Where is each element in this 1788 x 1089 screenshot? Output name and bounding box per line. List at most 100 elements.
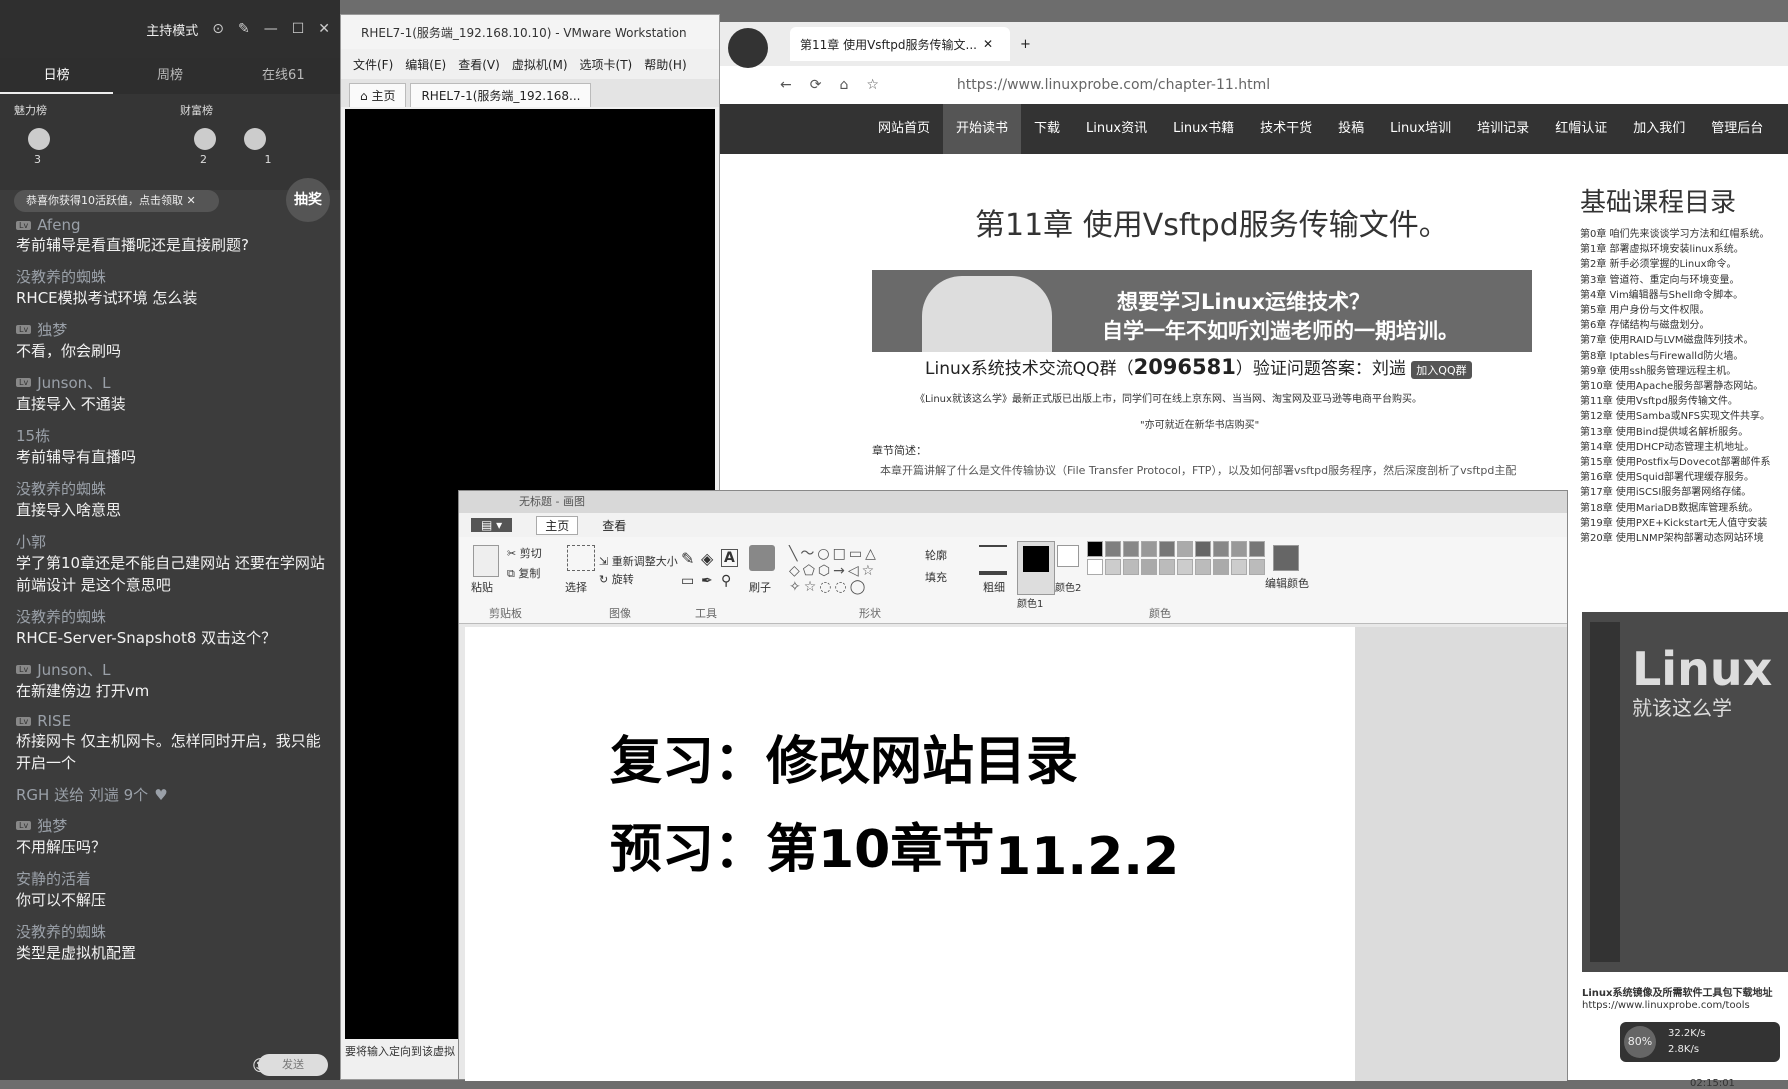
paint-canvas[interactable]: 复习：修改网站目录 预习：第10章节 11.2.2: [465, 627, 1355, 1081]
sidebar-item[interactable]: 第18章 使用MariaDB数据库管理系统。: [1580, 501, 1780, 516]
reward-toast[interactable]: 恭喜你获得10活跃值，点击领取 ✕: [14, 190, 219, 212]
palette-swatch[interactable]: [1087, 559, 1103, 575]
palette-swatch[interactable]: [1195, 541, 1211, 557]
palette-swatch[interactable]: [1231, 541, 1247, 557]
file-menu-button[interactable]: ▤ ▾: [471, 518, 513, 532]
star-icon[interactable]: ☆: [866, 77, 879, 93]
palette-swatch[interactable]: [1141, 559, 1157, 575]
sidebar-item[interactable]: 第7章 使用RAID与LVM磁盘阵列技术。: [1580, 333, 1780, 348]
tab-home[interactable]: ⌂ 主页: [349, 83, 407, 107]
eraser-icon[interactable]: ▭: [681, 573, 694, 589]
sidebar-item[interactable]: 第19章 使用PXE+Kickstart无人值守安装: [1580, 516, 1780, 531]
chat-user[interactable]: 没教养的蜘蛛: [16, 606, 106, 627]
palette-swatch[interactable]: [1159, 541, 1175, 557]
avatar[interactable]: [244, 128, 266, 150]
chat-user[interactable]: 没教养的蜘蛛: [16, 478, 106, 499]
nav-item[interactable]: 下载: [1021, 104, 1073, 154]
sidebar-item[interactable]: 第13章 使用Bind提供域名解析服务。: [1580, 425, 1780, 440]
outline-button[interactable]: 轮廓: [925, 547, 947, 563]
tab-home[interactable]: 主页: [536, 515, 579, 535]
menu-view[interactable]: 查看(V): [458, 56, 500, 73]
text-icon[interactable]: A: [721, 549, 738, 567]
reload-icon[interactable]: ⟳: [810, 77, 822, 93]
tab-view[interactable]: 查看: [602, 517, 626, 534]
join-qq-button[interactable]: 加入QQ群: [1411, 361, 1472, 379]
rotate-button[interactable]: ↻ 旋转: [599, 571, 634, 587]
sidebar-item[interactable]: 第8章 Iptables与Firewalld防火墙。: [1580, 349, 1780, 364]
edit-colors-icon[interactable]: [1273, 545, 1299, 571]
sidebar-item[interactable]: 第5章 用户身份与文件权限。: [1580, 303, 1780, 318]
nav-item[interactable]: Linux资讯: [1073, 104, 1160, 154]
avatar[interactable]: [28, 128, 50, 150]
palette-swatch[interactable]: [1087, 541, 1103, 557]
menu-tabs[interactable]: 选项卡(T): [580, 56, 633, 73]
menu-edit[interactable]: 编辑(E): [405, 56, 446, 73]
chat-user[interactable]: 15栋: [16, 425, 50, 446]
new-tab-icon[interactable]: +: [1020, 37, 1031, 52]
fill-button[interactable]: 填充: [925, 569, 947, 585]
chat-user[interactable]: Afeng: [37, 216, 80, 234]
sidebar-item[interactable]: 第3章 管道符、重定向与环境变量。: [1580, 273, 1780, 288]
fill-icon[interactable]: ◈: [701, 549, 713, 568]
chat-user[interactable]: Junson、L: [37, 659, 110, 680]
url-input[interactable]: https://www.linuxprobe.com/chapter-11.ht…: [957, 77, 1270, 93]
menu-vm[interactable]: 虚拟机(M): [512, 56, 568, 73]
nav-item[interactable]: 技术干货: [1247, 104, 1325, 154]
nav-item[interactable]: Linux书籍: [1160, 104, 1247, 154]
select-icon[interactable]: [567, 545, 595, 571]
sidebar-item[interactable]: 第15章 使用Postfix与Dovecot部署邮件系: [1580, 455, 1780, 470]
minimize-icon[interactable]: —: [264, 21, 278, 37]
sidebar-item[interactable]: 第9章 使用ssh服务管理远程主机。: [1580, 364, 1780, 379]
palette-swatch[interactable]: [1105, 559, 1121, 575]
palette-swatch[interactable]: [1105, 541, 1121, 557]
cut-button[interactable]: ✂ 剪切: [507, 545, 542, 561]
chat-user[interactable]: 安静的活着: [16, 868, 91, 889]
brush-button[interactable]: 刷子: [749, 579, 771, 595]
settings-icon[interactable]: ⊙: [212, 21, 224, 37]
sidebar-item[interactable]: 第4章 Vim编辑器与Shell命令脚本。: [1580, 288, 1780, 303]
tab-online[interactable]: 在线61: [227, 58, 340, 94]
close-icon[interactable]: ✕: [187, 194, 196, 207]
maximize-icon[interactable]: ☐: [292, 21, 305, 37]
sidebar-item[interactable]: 第20章 使用LNMP架构部署动态网站环境: [1580, 531, 1780, 546]
avatar[interactable]: [194, 128, 216, 150]
copy-button[interactable]: ⧉ 复制: [507, 565, 540, 581]
chat-user[interactable]: RISE: [37, 712, 71, 730]
sidebar-item[interactable]: 第2章 新手必须掌握的Linux命令。: [1580, 257, 1780, 272]
palette-swatch[interactable]: [1249, 541, 1265, 557]
home-icon[interactable]: ⌂: [839, 77, 848, 93]
close-icon[interactable]: ✕: [318, 21, 330, 37]
shapes-gallery[interactable]: ╲〜○□▭△ ◇⬠⬡→◁☆ ✧☆◌◌◯: [789, 543, 919, 599]
sidebar-item[interactable]: 第16章 使用Squid部署代理缓存服务。: [1580, 470, 1780, 485]
sidebar-item[interactable]: 第14章 使用DHCP动态管理主机地址。: [1580, 440, 1780, 455]
send-button[interactable]: 发送: [258, 1054, 328, 1076]
edit-colors-button[interactable]: 编辑颜色: [1265, 575, 1309, 591]
palette-swatch[interactable]: [1213, 541, 1229, 557]
sidebar-item[interactable]: 第1章 部署虚拟环境安装linux系统。: [1580, 242, 1780, 257]
chat-user[interactable]: 独梦: [37, 319, 67, 340]
back-icon[interactable]: ←: [780, 77, 792, 93]
pencil-icon[interactable]: ✎: [681, 549, 694, 568]
palette-swatch[interactable]: [1123, 541, 1139, 557]
sidebar-item[interactable]: 第17章 使用iSCSI服务部署网络存储。: [1580, 485, 1780, 500]
chat-user[interactable]: Junson、L: [37, 372, 110, 393]
palette-swatch[interactable]: [1231, 559, 1247, 575]
paste-button[interactable]: 粘贴: [471, 579, 493, 595]
palette-swatch[interactable]: [1177, 559, 1193, 575]
color-picker-icon[interactable]: ✒: [701, 573, 713, 589]
palette-swatch[interactable]: [1141, 541, 1157, 557]
sidebar-item[interactable]: 第6章 存储结构与磁盘划分。: [1580, 318, 1780, 333]
chat-user[interactable]: 小郭: [16, 531, 46, 552]
chat-user[interactable]: 没教养的蜘蛛: [16, 266, 106, 287]
nav-item[interactable]: 开始读书: [943, 104, 1022, 154]
nav-item[interactable]: Linux培训: [1377, 104, 1464, 154]
avatar[interactable]: [728, 28, 768, 68]
magnifier-icon[interactable]: ⚲: [721, 573, 731, 589]
color1-button[interactable]: [1017, 541, 1055, 595]
sidebar-item[interactable]: 第0章 咱们先来谈谈学习方法和红帽系统。: [1580, 227, 1780, 242]
ad-banner[interactable]: 想要学习Linux运维技术？ 自学一年不如听刘遄老师的一期培训。: [872, 270, 1532, 352]
sidebar-item[interactable]: 第12章 使用Samba或NFS实现文件共享。: [1580, 409, 1780, 424]
menu-file[interactable]: 文件(F): [353, 56, 393, 73]
tab-daily[interactable]: 日榜: [0, 58, 114, 94]
sidebar-item[interactable]: 第10章 使用Apache服务部署静态网站。: [1580, 379, 1780, 394]
